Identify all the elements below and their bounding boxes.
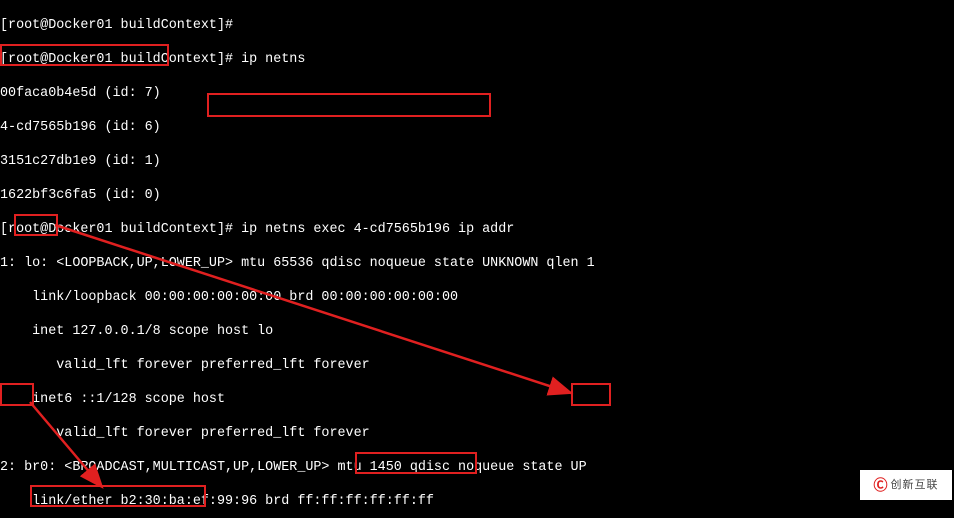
watermark-logo: Ⓒ 创新互联: [860, 470, 952, 500]
line: link/ether b2:30:ba:ef:99:96 brd ff:ff:f…: [0, 493, 954, 510]
line: 1622bf3c6fa5 (id: 0): [0, 187, 954, 204]
line: 2: br0: <BROADCAST,MULTICAST,UP,LOWER_UP…: [0, 459, 954, 476]
line: [root@Docker01 buildContext]# ip netns: [0, 51, 954, 68]
line: 3151c27db1e9 (id: 1): [0, 153, 954, 170]
line: [root@Docker01 buildContext]# ip netns e…: [0, 221, 954, 238]
cmd-ip-netns-exec: ip netns exec 4-cd7565b196 ip addr: [241, 222, 514, 237]
watermark-text: 创新互联: [891, 477, 939, 494]
line: 00faca0b4e5d (id: 7): [0, 85, 954, 102]
line: inet 127.0.0.1/8 scope host lo: [0, 323, 954, 340]
line: valid_lft forever preferred_lft forever: [0, 425, 954, 442]
line: [root@Docker01 buildContext]#: [0, 17, 954, 34]
watermark-accent-icon: Ⓒ: [874, 477, 889, 494]
prompt: [root@Docker01 buildContext]#: [0, 52, 241, 67]
line: 4-cd7565b196 (id: 6): [0, 119, 954, 136]
line: inet6 ::1/128 scope host: [0, 391, 954, 408]
line: valid_lft forever preferred_lft forever: [0, 357, 954, 374]
cmd-ip-netns: ip netns: [241, 52, 305, 67]
line: 1: lo: <LOOPBACK,UP,LOWER_UP> mtu 65536 …: [0, 255, 954, 272]
terminal-output[interactable]: [root@Docker01 buildContext]# [root@Dock…: [0, 0, 954, 518]
prompt: [root@Docker01 buildContext]#: [0, 222, 241, 237]
line: link/loopback 00:00:00:00:00:00 brd 00:0…: [0, 289, 954, 306]
